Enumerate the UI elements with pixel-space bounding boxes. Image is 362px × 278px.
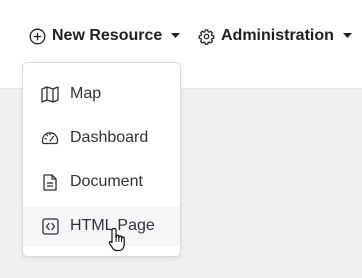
administration-label: Administration (221, 27, 334, 44)
new-resource-button[interactable]: New Resource (29, 22, 181, 50)
caret-down-icon (171, 33, 181, 39)
gear-icon (198, 28, 215, 45)
administration-button[interactable]: Administration (198, 22, 352, 50)
caret-down-icon (342, 33, 352, 39)
menu-item-document[interactable]: Document (23, 162, 180, 202)
document-icon (41, 173, 59, 191)
menu-item-map[interactable]: Map (23, 74, 180, 114)
map-icon (41, 85, 59, 103)
menu-item-html-page[interactable]: HTML Page (23, 206, 180, 246)
menu-item-label: Document (70, 173, 143, 190)
plus-circle-icon (29, 28, 46, 45)
menu-item-label: Map (70, 85, 102, 102)
hand-pointer-cursor-icon (108, 227, 128, 253)
menu-item-dashboard[interactable]: Dashboard (23, 118, 180, 158)
new-resource-dropdown-menu: Map Dashboard Document HTML Page (22, 62, 181, 257)
dashboard-gauge-icon (41, 129, 59, 147)
menu-item-label: Dashboard (70, 129, 149, 146)
code-icon (41, 217, 59, 235)
new-resource-label: New Resource (52, 27, 163, 44)
